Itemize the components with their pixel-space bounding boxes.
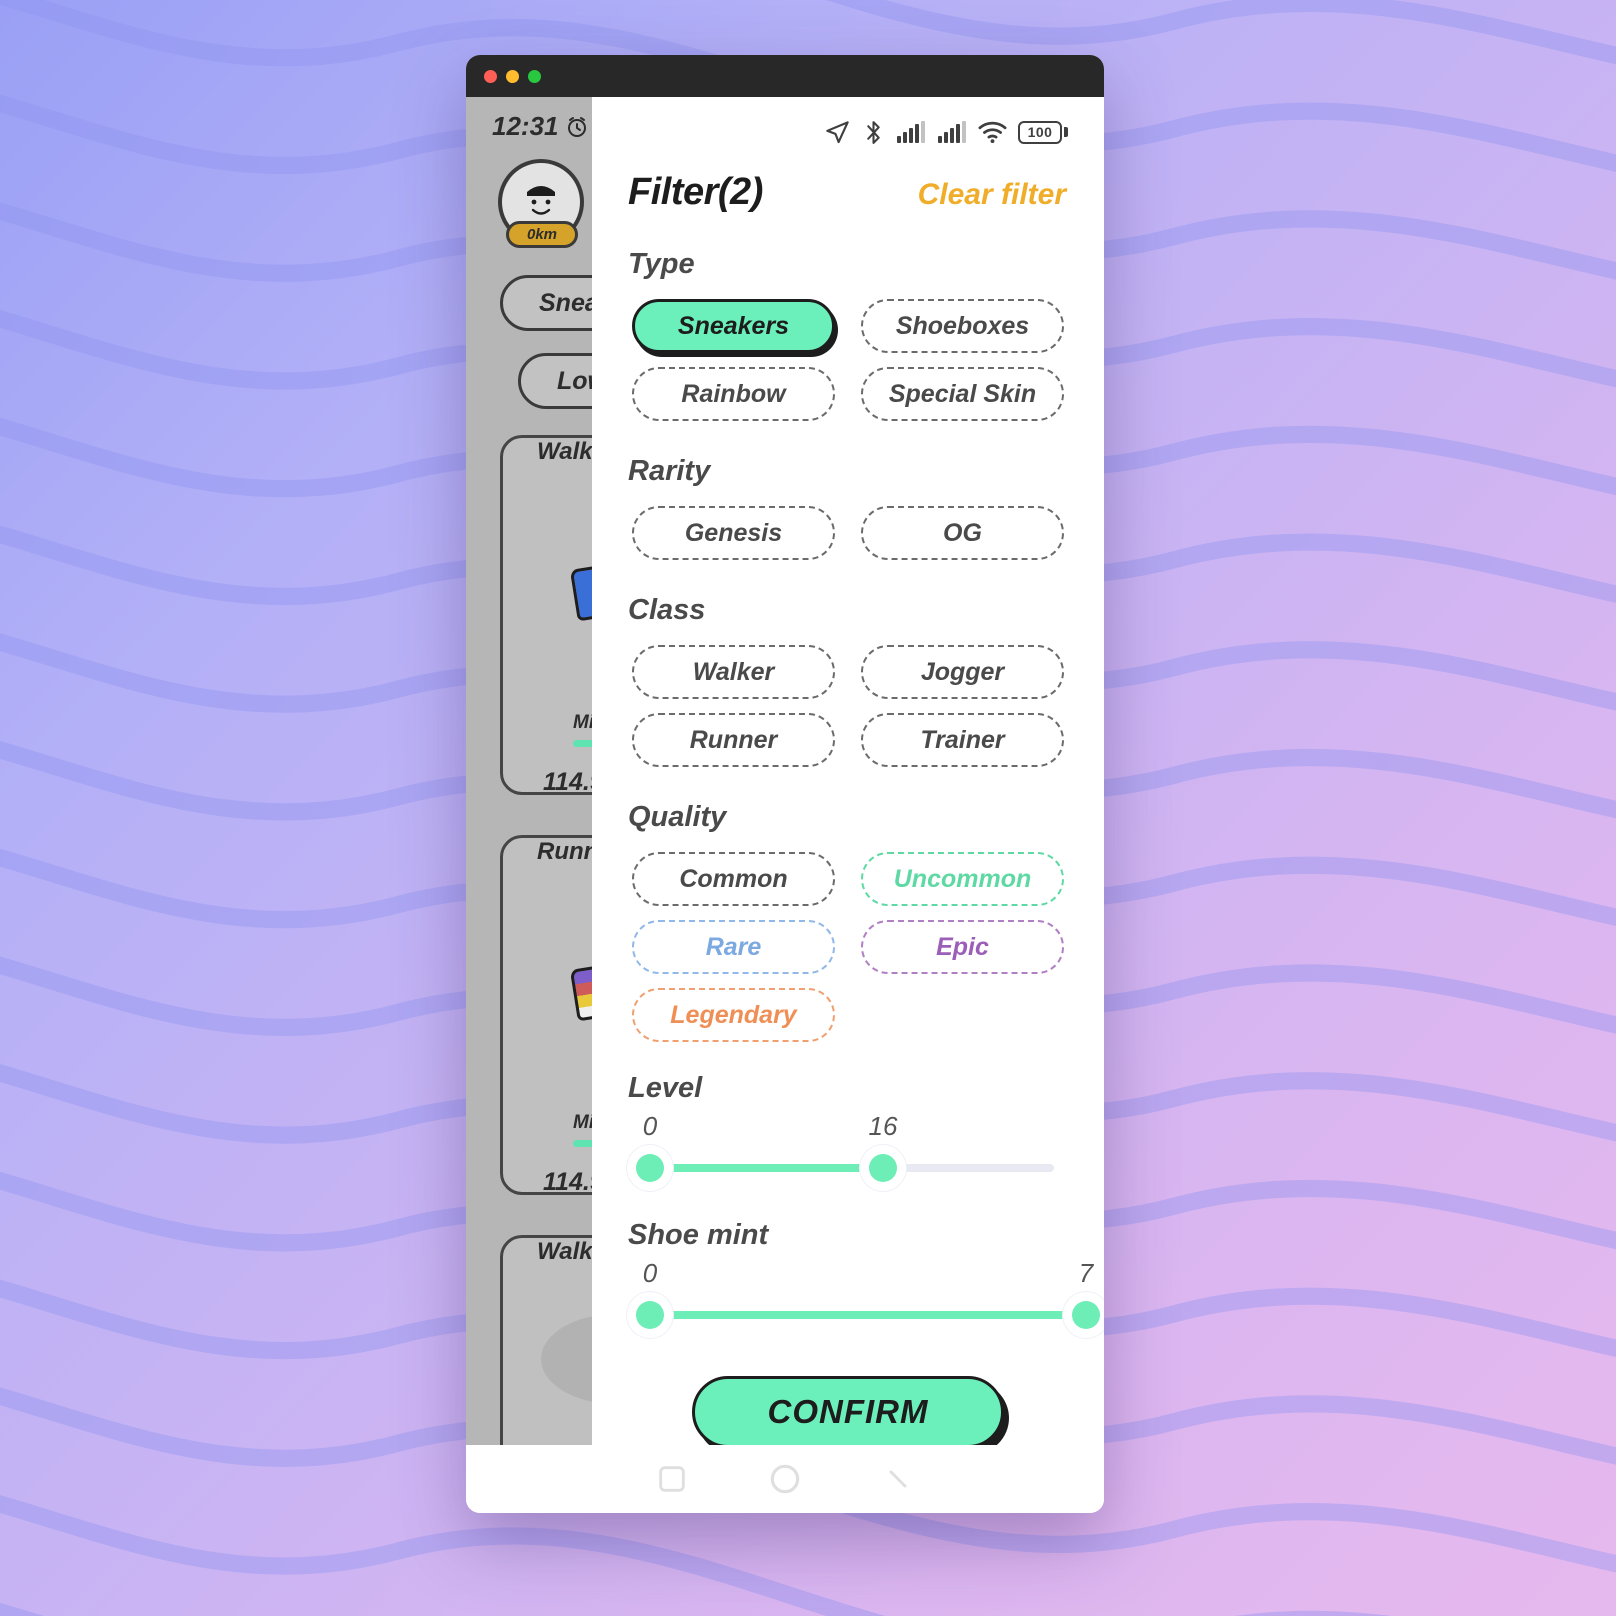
- slider-max-value-shoe-mint: 7: [1078, 1258, 1094, 1288]
- confirm-button[interactable]: CONFIRM: [692, 1376, 1004, 1445]
- chip-special-skin[interactable]: Special Skin: [861, 367, 1064, 421]
- chip-grid-type: Sneakers Shoeboxes Rainbow Special Skin: [592, 287, 1104, 421]
- slider-shoe-mint: Shoe mint 0 7: [592, 1219, 1104, 1336]
- android-navbar: [466, 1445, 1104, 1513]
- chip-shoeboxes[interactable]: Shoeboxes: [861, 299, 1064, 353]
- chip-trainer[interactable]: Trainer: [861, 713, 1064, 767]
- recents-square-icon[interactable]: [655, 1462, 689, 1496]
- section-rarity: Rarity: [592, 455, 1104, 488]
- section-title-class: Class: [628, 594, 706, 626]
- minimize-window-button[interactable]: [506, 69, 519, 83]
- chip-jogger[interactable]: Jogger: [861, 645, 1064, 699]
- slider-min-value-level: 0: [642, 1111, 658, 1141]
- page-title: Filter(2): [628, 171, 763, 213]
- back-chevron-icon[interactable]: [881, 1462, 915, 1496]
- slider-track-shoe-mint[interactable]: [628, 1294, 1100, 1336]
- slider-label-level: Level: [628, 1072, 703, 1104]
- window-titlebar: [466, 55, 1104, 97]
- slider-values-level: 0 16: [628, 1111, 1068, 1147]
- chip-sneakers[interactable]: Sneakers: [632, 299, 835, 353]
- section-title-quality: Quality: [628, 801, 727, 833]
- chip-legendary[interactable]: Legendary: [632, 988, 835, 1042]
- slider-knob-min-shoe-mint[interactable]: [636, 1301, 664, 1329]
- chip-walker[interactable]: Walker: [632, 645, 835, 699]
- slider-level: Level 0 16: [592, 1072, 1104, 1189]
- zoom-window-button[interactable]: [528, 69, 541, 83]
- home-circle-icon[interactable]: [766, 1460, 804, 1498]
- section-quality: Quality: [592, 801, 1104, 834]
- signal-bars-icon: [938, 121, 966, 143]
- chip-grid-rarity: Genesis OG: [592, 494, 1104, 560]
- chip-genesis[interactable]: Genesis: [632, 506, 835, 560]
- section-title-type: Type: [628, 248, 695, 280]
- slider-values-shoe-mint: 0 7: [628, 1258, 1093, 1294]
- chip-og[interactable]: OG: [861, 506, 1064, 560]
- battery-level-text: 100: [1018, 120, 1062, 144]
- slider-knob-max-level[interactable]: [869, 1154, 897, 1182]
- slider-max-value-level: 16: [868, 1111, 898, 1141]
- section-class: Class: [592, 594, 1104, 627]
- chip-rare[interactable]: Rare: [632, 920, 835, 974]
- location-arrow-icon: [826, 120, 849, 143]
- chip-grid-quality: Common Uncommon Rare Epic Legendary: [592, 840, 1104, 1042]
- confirm-row: CONFIRM: [592, 1376, 1104, 1445]
- bluetooth-icon: [867, 120, 880, 144]
- background-clock: 12:31: [492, 111, 559, 141]
- close-window-button[interactable]: [484, 69, 497, 83]
- chip-common[interactable]: Common: [632, 852, 835, 906]
- filter-header: Filter(2) Clear filter: [592, 159, 1104, 214]
- background-avatar-wrap[interactable]: 0km: [498, 159, 584, 248]
- section-type: Type: [592, 248, 1104, 281]
- filter-sheet: 100 Filter(2) Clear filter Type Sneakers…: [592, 97, 1104, 1445]
- chip-runner[interactable]: Runner: [632, 713, 835, 767]
- wifi-icon: [978, 121, 1007, 144]
- signal-bars-icon: [897, 121, 925, 143]
- slider-track-level[interactable]: [628, 1147, 1068, 1189]
- battery-cap: [1064, 127, 1068, 137]
- slider-fill: [650, 1311, 1086, 1319]
- chip-epic[interactable]: Epic: [861, 920, 1064, 974]
- chip-uncommon[interactable]: Uncommon: [861, 852, 1064, 906]
- clear-filter-button[interactable]: Clear filter: [918, 178, 1066, 212]
- app-window: 12:31 0km Sneakers: [466, 55, 1104, 1513]
- section-title-rarity: Rarity: [628, 455, 711, 487]
- battery-icon: 100: [1018, 120, 1068, 144]
- phone-statusbar: 100: [592, 97, 1104, 159]
- chip-rainbow[interactable]: Rainbow: [632, 367, 835, 421]
- chip-grid-class: Walker Jogger Runner Trainer: [592, 633, 1104, 767]
- phone-screen: 12:31 0km Sneakers: [466, 97, 1104, 1513]
- alarm-icon: [567, 116, 586, 137]
- slider-min-value-shoe-mint: 0: [642, 1258, 658, 1288]
- distance-badge: 0km: [506, 221, 578, 248]
- slider-fill: [650, 1164, 883, 1172]
- slider-label-shoe-mint: Shoe mint: [628, 1219, 769, 1251]
- slider-knob-min-level[interactable]: [636, 1154, 664, 1182]
- slider-knob-max-shoe-mint[interactable]: [1072, 1301, 1100, 1329]
